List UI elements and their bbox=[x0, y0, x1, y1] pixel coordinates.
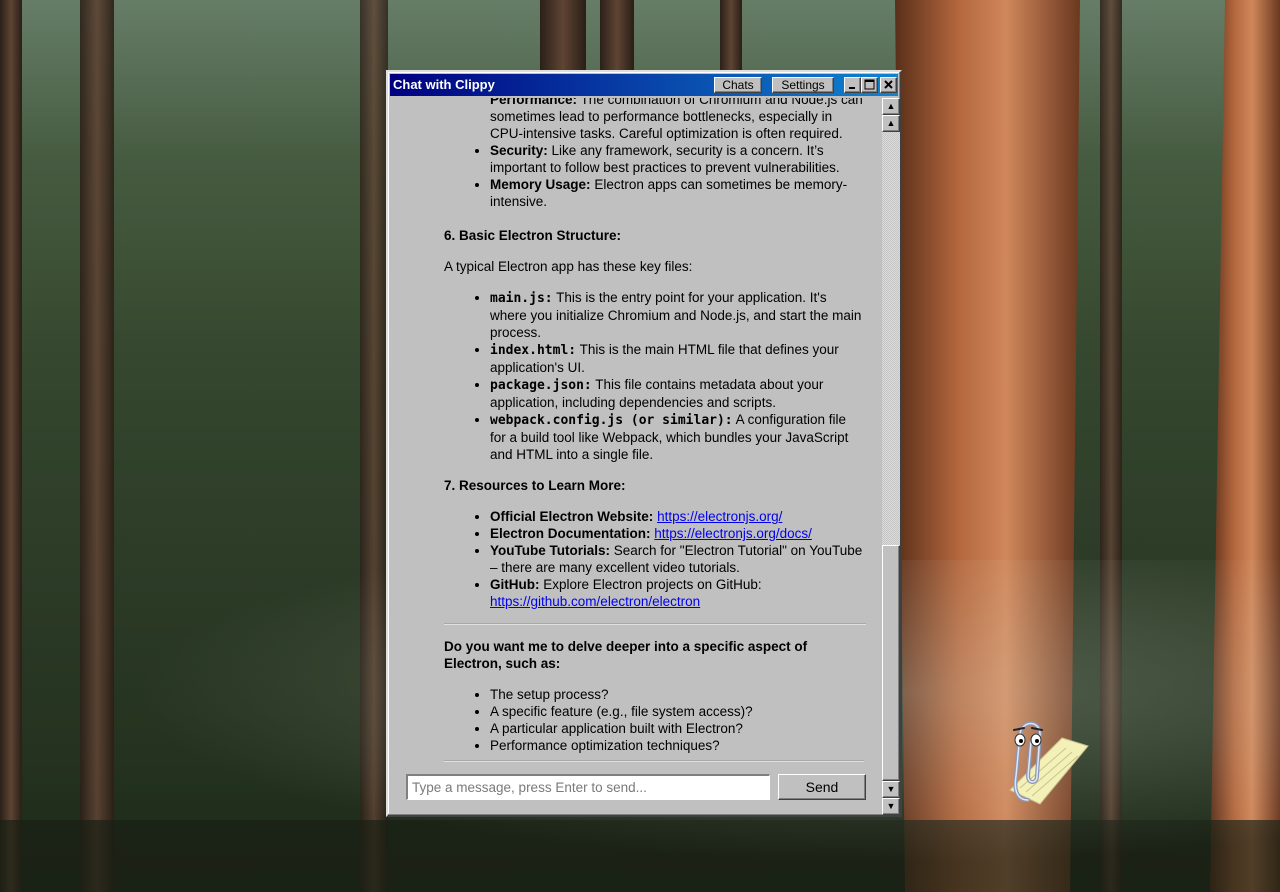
title-bar[interactable]: Chat with Clippy Chats Settings bbox=[390, 74, 898, 96]
file-name: webpack.config.js (or similar): bbox=[490, 413, 733, 428]
list-item: GitHub: Explore Electron projects on Git… bbox=[490, 576, 864, 610]
list-item: webpack.config.js (or similar): A config… bbox=[490, 411, 864, 463]
list-item: Electron Documentation: https://electron… bbox=[490, 525, 864, 542]
github-label: GitHub: bbox=[490, 577, 540, 592]
github-text: Explore Electron projects on GitHub: bbox=[543, 577, 762, 592]
file-name: package.json: bbox=[490, 378, 592, 393]
list-item: Security: Like any framework, security i… bbox=[490, 142, 864, 176]
scroll-down-button-secondary[interactable]: ▼ bbox=[882, 798, 900, 815]
arrow-down-icon: ▼ bbox=[886, 784, 896, 794]
list-item: Performance: The combination of Chromium… bbox=[490, 98, 864, 142]
file-name: main.js: bbox=[490, 291, 553, 306]
arrow-up-icon: ▲ bbox=[886, 118, 896, 128]
chats-button[interactable]: Chats bbox=[714, 77, 762, 93]
section-6-heading: 6. Basic Electron Structure: bbox=[444, 228, 622, 243]
window-title: Chat with Clippy bbox=[393, 77, 495, 92]
chat-message-area[interactable]: Performance: The combination of Chromium… bbox=[392, 98, 880, 758]
list-item: YouTube Tutorials: Search for "Electron … bbox=[490, 542, 864, 576]
list-item: main.js: This is the entry point for you… bbox=[490, 289, 864, 341]
clippy-assistant[interactable] bbox=[980, 712, 1092, 817]
followup-options-list: The setup process? A specific feature (e… bbox=[392, 686, 880, 754]
performance-label: Performance: bbox=[490, 98, 578, 107]
arrow-up-icon: ▲ bbox=[886, 101, 896, 111]
close-button[interactable] bbox=[880, 77, 897, 93]
list-item: A specific feature (e.g., file system ac… bbox=[490, 703, 864, 720]
composer-divider bbox=[444, 760, 864, 762]
electron-github-link[interactable]: https://github.com/electron/electron bbox=[490, 594, 700, 609]
resources-list: Official Electron Website: https://elect… bbox=[392, 508, 880, 610]
electron-files-list: main.js: This is the entry point for you… bbox=[392, 289, 880, 463]
scroll-up-button-secondary[interactable]: ▲ bbox=[882, 115, 900, 132]
drawbacks-list: Performance: The combination of Chromium… bbox=[392, 98, 880, 210]
list-item: Official Electron Website: https://elect… bbox=[490, 508, 864, 525]
send-button[interactable]: Send bbox=[778, 774, 866, 800]
list-item: package.json: This file contains metadat… bbox=[490, 376, 864, 411]
close-icon bbox=[884, 80, 893, 89]
electron-docs-link[interactable]: https://electronjs.org/docs/ bbox=[654, 526, 812, 541]
chat-window[interactable]: Chat with Clippy Chats Settings Performa… bbox=[386, 70, 902, 817]
scroll-up-button[interactable]: ▲ bbox=[882, 98, 900, 115]
section-7-heading: 7. Resources to Learn More: bbox=[444, 478, 626, 493]
list-item: Performance optimization techniques? bbox=[490, 737, 864, 754]
memory-label: Memory Usage: bbox=[490, 177, 591, 192]
vertical-scrollbar[interactable]: ▲ ▲ ▼ ▼ bbox=[882, 98, 900, 815]
list-item: index.html: This is the main HTML file t… bbox=[490, 341, 864, 376]
list-item: The setup process? bbox=[490, 686, 864, 703]
scroll-down-button[interactable]: ▼ bbox=[882, 781, 900, 798]
drawbacks-list-block: Performance: The combination of Chromium… bbox=[392, 98, 880, 210]
minimize-icon bbox=[849, 87, 855, 89]
message-input[interactable] bbox=[406, 774, 770, 800]
scrollbar-thumb[interactable] bbox=[882, 545, 900, 781]
list-item: Memory Usage: Electron apps can sometime… bbox=[490, 176, 864, 210]
maximize-icon bbox=[864, 79, 875, 90]
youtube-label: YouTube Tutorials: bbox=[490, 543, 610, 558]
security-label: Security: bbox=[490, 143, 548, 158]
message-separator bbox=[444, 623, 866, 625]
electron-website-link[interactable]: https://electronjs.org/ bbox=[657, 509, 782, 524]
maximize-button[interactable] bbox=[861, 77, 878, 93]
followup-question: Do you want me to delve deeper into a sp… bbox=[444, 639, 808, 671]
section-6-intro: A typical Electron app has these key fil… bbox=[444, 259, 693, 274]
clippy-paperclip-icon bbox=[1009, 721, 1089, 805]
website-label: Official Electron Website: bbox=[490, 509, 654, 524]
arrow-down-icon: ▼ bbox=[886, 801, 896, 811]
performance-text-top: The combination of Chromium and Node.js bbox=[580, 98, 838, 107]
minimize-button[interactable] bbox=[844, 77, 861, 93]
list-item: A particular application built with Elec… bbox=[490, 720, 864, 737]
settings-button[interactable]: Settings bbox=[772, 77, 834, 93]
file-name: index.html: bbox=[490, 343, 577, 358]
docs-label: Electron Documentation: bbox=[490, 526, 651, 541]
